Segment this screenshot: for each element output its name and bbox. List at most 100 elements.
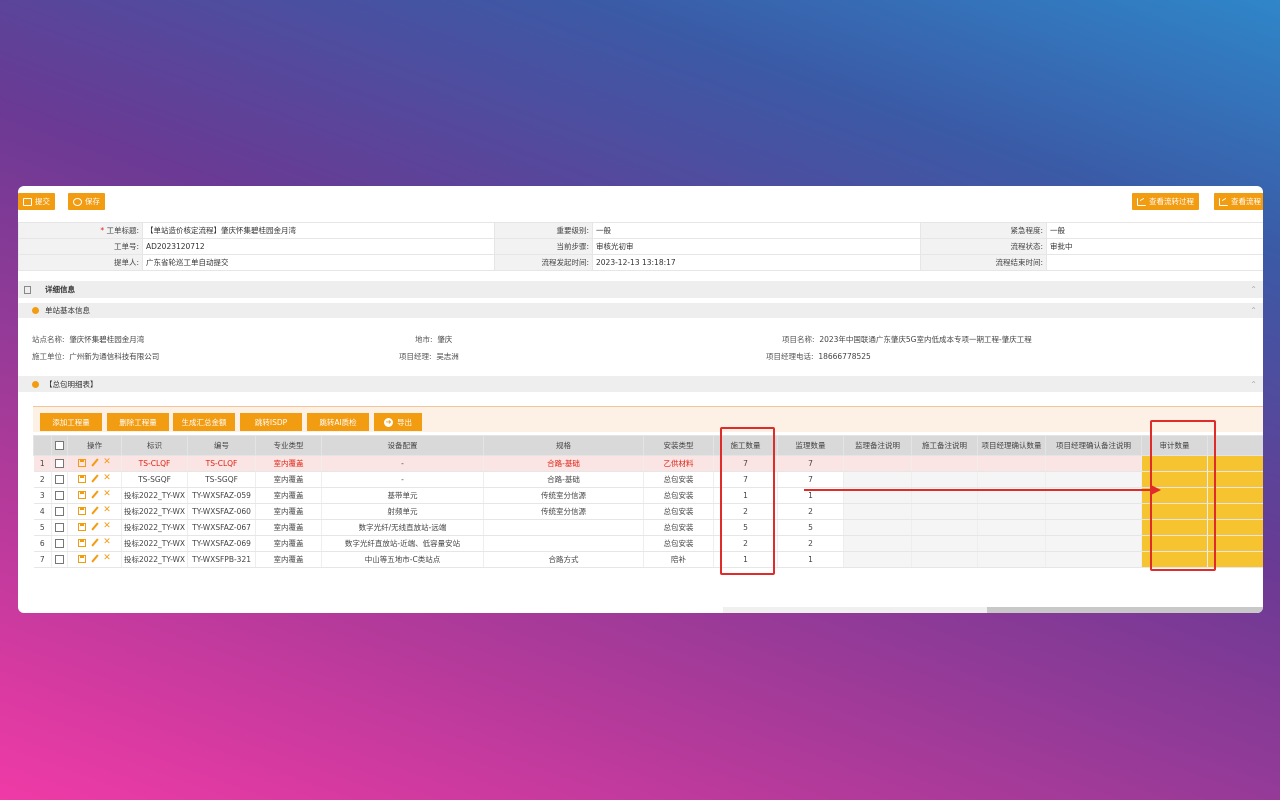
row-checkbox[interactable] (55, 539, 64, 549)
delete-icon[interactable]: ✕ (103, 522, 111, 531)
col-construction-note: 施工备注说明 (911, 435, 978, 456)
workorder-info: * 工单标题: 【单站造价核定流程】肇庆怀集碧桂园金月湾 重要级别: 一般 紧急… (18, 222, 1263, 271)
goto-isdp-button[interactable]: 跳转ISDP (240, 413, 302, 431)
row-select[interactable] (51, 503, 68, 520)
edit-icon[interactable] (90, 490, 99, 499)
cell-code: TY-WXSFAZ-059 (187, 487, 256, 504)
table-row[interactable]: 1 ✕ TS-CLQF TS-CLQF 室内覆盖 - 合路-基础 乙供材料 7 7 (33, 455, 1263, 472)
delete-icon[interactable]: ✕ (103, 474, 111, 483)
cell-construction-note (911, 535, 978, 552)
collapse-icon[interactable]: ⌃ (1250, 306, 1257, 315)
cell-construction-note (911, 503, 978, 520)
save-icon[interactable] (78, 538, 87, 547)
edit-icon[interactable] (90, 458, 99, 467)
col-device: 设备配置 (321, 435, 484, 456)
col-code: 编号 (187, 435, 256, 456)
cell-spec: 合路-基础 (483, 471, 644, 488)
delete-icon[interactable]: ✕ (103, 458, 111, 467)
table-row[interactable]: 4 ✕ 投标2022_TY-WX TY-WXSFAZ-060 室内覆盖 射频单元 传统室分信… (33, 503, 1263, 520)
edit-icon[interactable] (90, 506, 99, 515)
cell-install: 乙供材料 (643, 455, 714, 472)
cell-code: TS-SGQF (187, 471, 256, 488)
cell-supervisor-qty: 7 (777, 471, 844, 488)
col-install: 安装类型 (643, 435, 714, 456)
cell-device: 中山等五地市-C类站点 (321, 551, 484, 568)
table-row[interactable]: 5 ✕ 投标2022_TY-WX TY-WXSFAZ-067 室内覆盖 数字光纤/无线直放… (33, 519, 1263, 536)
edit-icon[interactable] (90, 522, 99, 531)
detail-section-header[interactable]: 详细信息 ⌃ (18, 281, 1263, 298)
package-section-header[interactable]: 【总包明细表】 ⌃ (18, 376, 1263, 392)
save-icon[interactable] (78, 522, 87, 531)
status-value: 审批中 (1046, 238, 1263, 255)
table-row[interactable]: 6 ✕ 投标2022_TY-WX TY-WXSFAZ-069 室内覆盖 数字光纤直放站-近… (33, 535, 1263, 552)
cell-pm-note (1045, 471, 1142, 488)
row-number: 3 (33, 487, 52, 504)
row-select[interactable] (51, 471, 68, 488)
select-all-checkbox[interactable] (55, 441, 64, 451)
cell-install: 总包安装 (643, 519, 714, 536)
edit-icon[interactable] (90, 474, 99, 483)
col-supervisor-note: 监理备注说明 (843, 435, 912, 456)
row-checkbox[interactable] (55, 507, 64, 517)
row-checkbox[interactable] (55, 475, 64, 485)
save-icon[interactable] (78, 474, 87, 483)
save-icon[interactable] (78, 554, 87, 563)
cell-device: - (321, 455, 484, 472)
edit-icon[interactable] (90, 538, 99, 547)
cell-code: TY-WXSFAZ-067 (187, 519, 256, 536)
scrollbar-thumb[interactable] (987, 607, 1263, 613)
save-icon[interactable] (78, 490, 87, 499)
delete-icon[interactable]: ✕ (103, 554, 111, 563)
cell-pm-note (1045, 455, 1142, 472)
city-field: 地市: 肇庆 (415, 335, 453, 344)
view-flow-button-2[interactable]: 查看流程 (1214, 193, 1263, 210)
goto-ai-button[interactable]: 跳转AI质检 (307, 413, 369, 431)
cell-id: 投标2022_TY-WX (121, 503, 188, 520)
row-select[interactable] (51, 519, 68, 536)
delete-icon[interactable]: ✕ (103, 506, 111, 515)
basic-section-header[interactable]: 单站基本信息 ⌃ (18, 303, 1263, 318)
cell-pm-note (1045, 503, 1142, 520)
row-checkbox[interactable] (55, 523, 64, 533)
collapse-icon[interactable]: ⌃ (1250, 380, 1257, 389)
row-select[interactable] (51, 487, 68, 504)
delete-icon[interactable]: ✕ (103, 538, 111, 547)
audit-qty-highlight-box (1150, 420, 1216, 571)
cell-spec: 合路方式 (483, 551, 644, 568)
cell-install: 陪补 (643, 551, 714, 568)
cell-spec (483, 535, 644, 552)
collapse-icon[interactable]: ⌃ (1250, 285, 1257, 294)
table-row[interactable]: 7 ✕ 投标2022_TY-WX TY-WXSFPB-321 室内覆盖 中山等五地市-C类… (33, 551, 1263, 568)
submit-button[interactable]: 提交 (18, 193, 55, 210)
view-flow-button[interactable]: 查看流转过程 (1132, 193, 1199, 210)
row-checkbox[interactable] (55, 491, 64, 501)
edit-icon[interactable] (90, 554, 99, 563)
row-number: 6 (33, 535, 52, 552)
generate-summary-button[interactable]: 生成汇总金额 (173, 413, 235, 431)
save-icon[interactable] (78, 458, 87, 467)
title-label: * 工单标题: (18, 222, 143, 239)
row-ops: ✕ (67, 551, 122, 568)
add-quantity-button[interactable]: 添加工程量 (40, 413, 102, 431)
cell-code: TS-CLQF (187, 455, 256, 472)
cell-code: TY-WXSFAZ-060 (187, 503, 256, 520)
save-button[interactable]: 保存 (68, 193, 105, 210)
row-select[interactable] (51, 535, 68, 552)
table-row[interactable]: 2 ✕ TS-SGQF TS-SGQF 室内覆盖 - 合路-基础 总包安装 7 7 (33, 471, 1263, 488)
cell-type: 室内覆盖 (255, 535, 322, 552)
step-label: 当前步骤: (494, 238, 593, 255)
delete-quantity-button[interactable]: 删除工程量 (107, 413, 169, 431)
cell-pm-qty (977, 503, 1046, 520)
row-select[interactable] (51, 455, 68, 472)
row-select[interactable] (51, 551, 68, 568)
export-button[interactable]: ➜ 导出 (374, 413, 422, 431)
row-checkbox[interactable] (55, 459, 64, 469)
horizontal-scrollbar[interactable] (723, 607, 1263, 613)
row-number: 4 (33, 503, 52, 520)
row-checkbox[interactable] (55, 555, 64, 565)
col-supervisor-qty: 监理数量 (777, 435, 844, 456)
delete-icon[interactable]: ✕ (103, 490, 111, 499)
save-icon[interactable] (78, 506, 87, 515)
step-value: 审核光初审 (592, 238, 921, 255)
col-select[interactable] (51, 435, 68, 456)
